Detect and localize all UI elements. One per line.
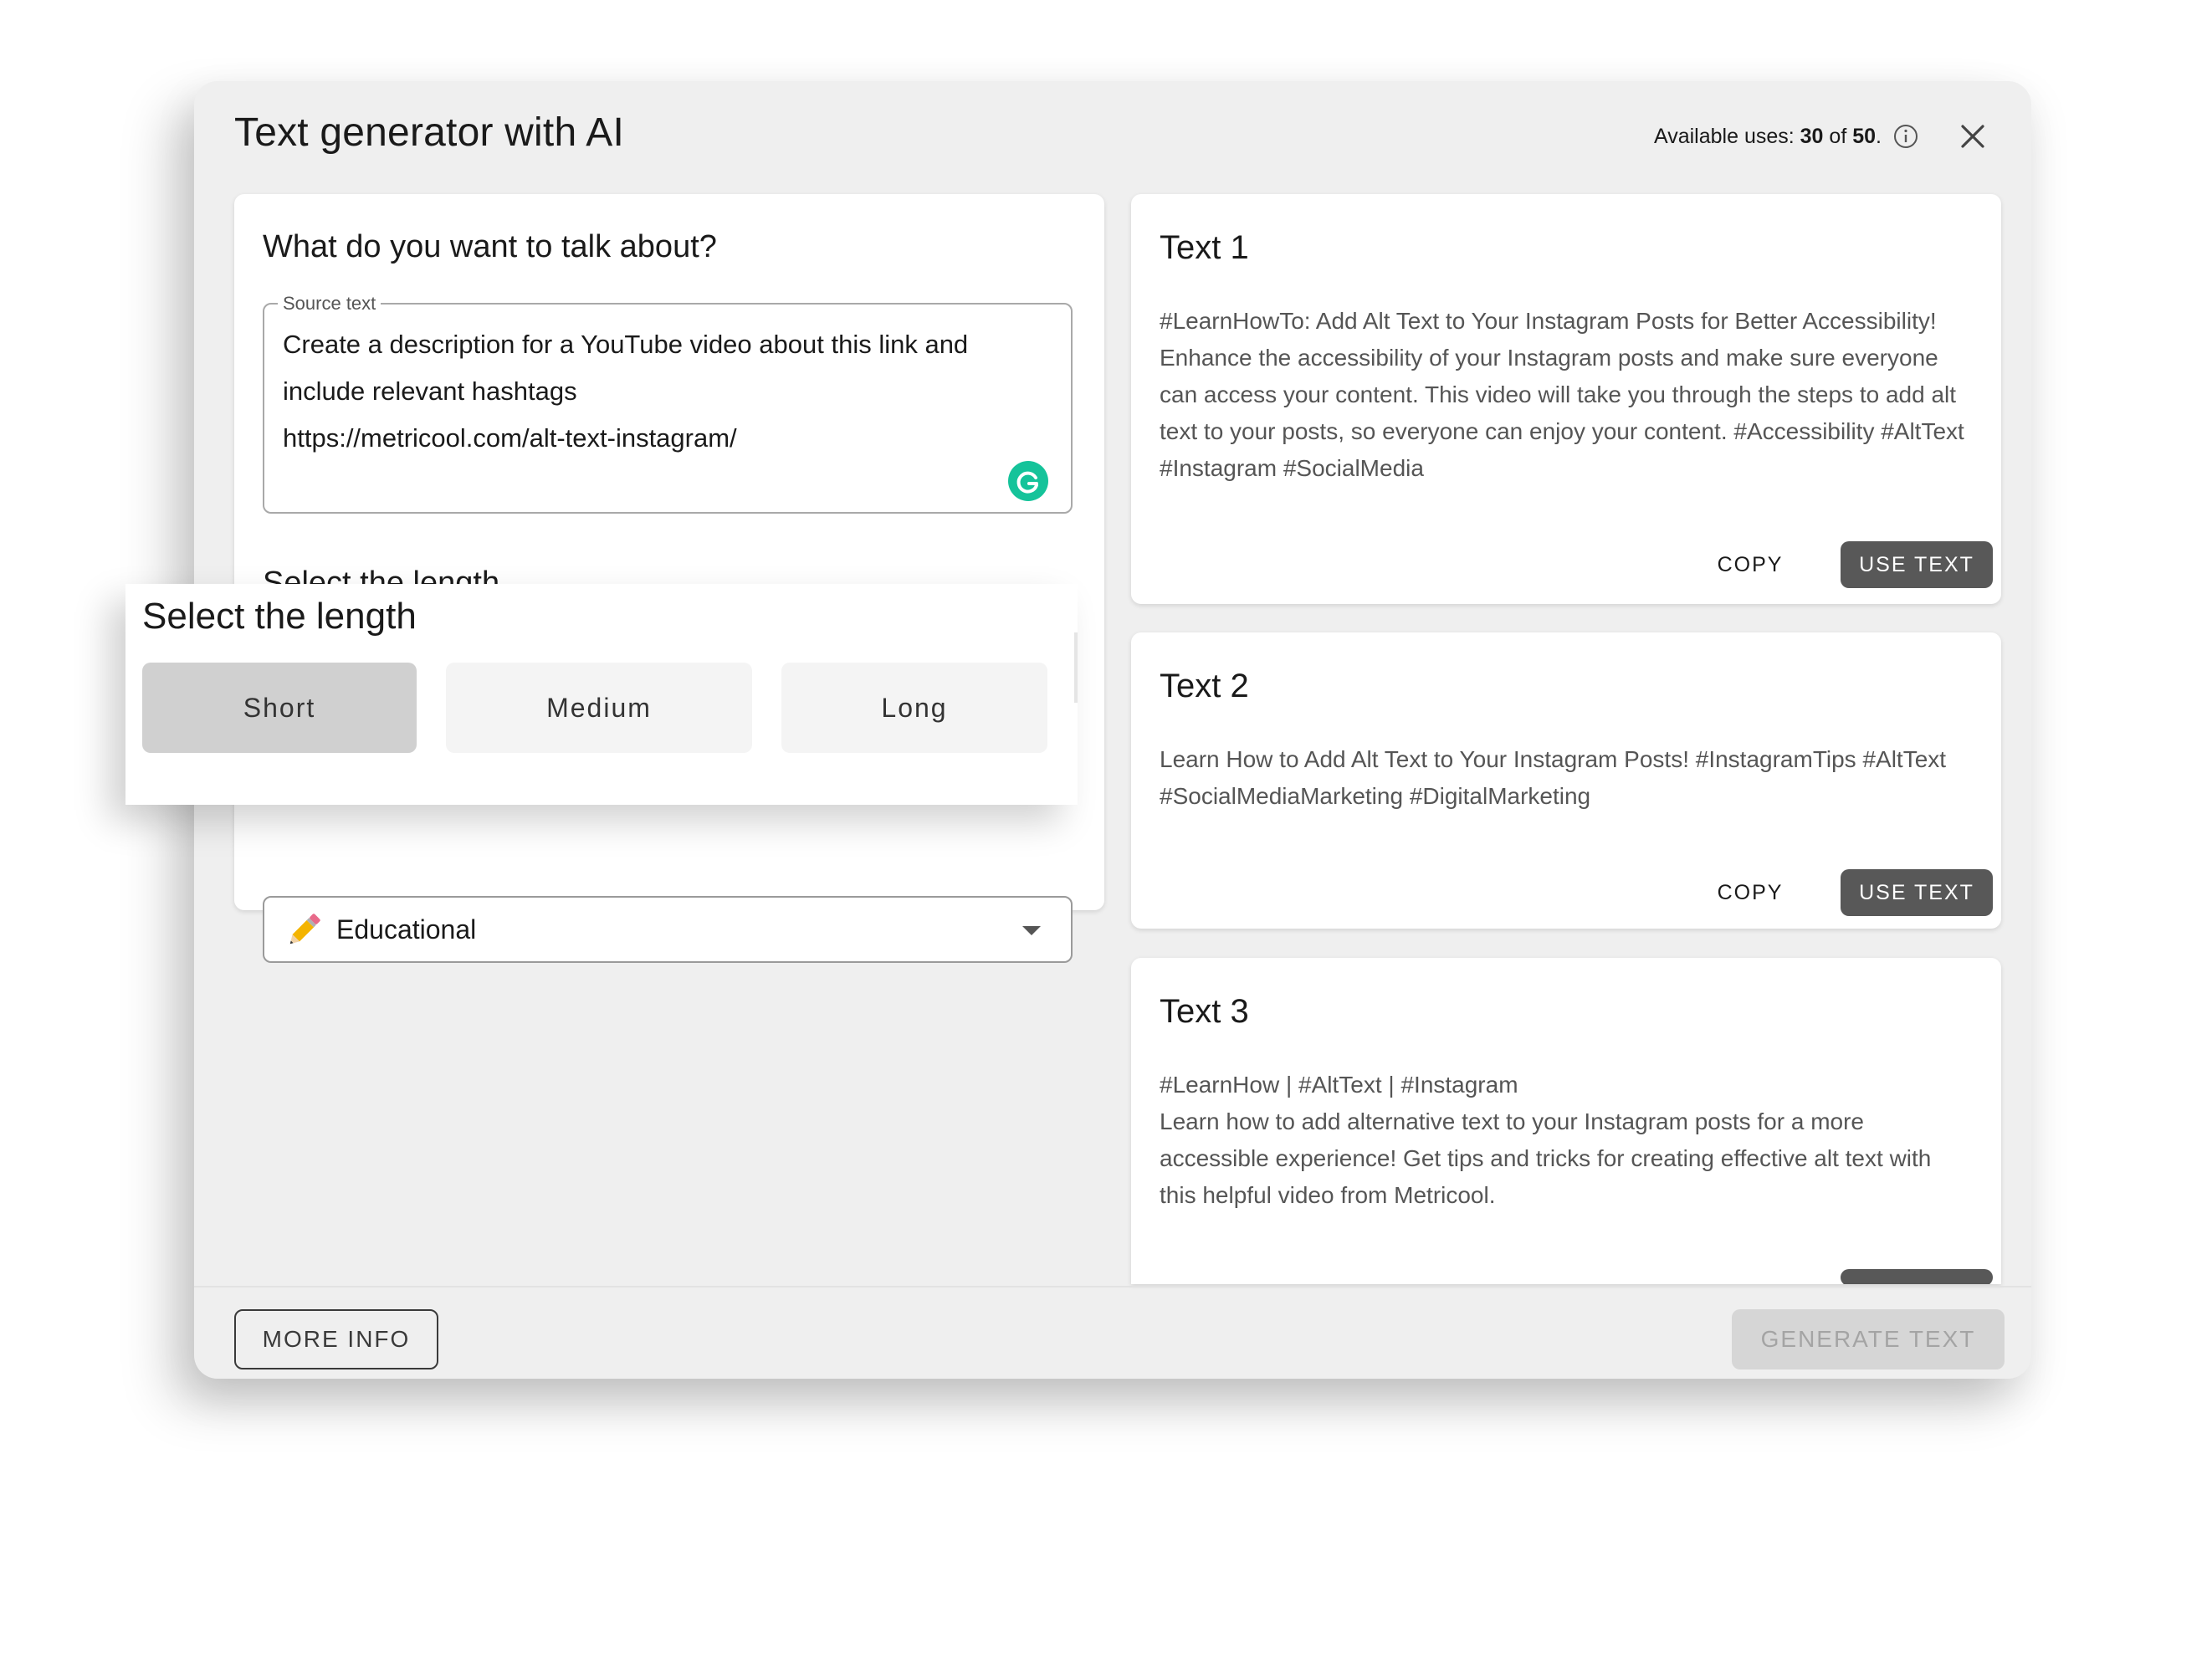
result-text: Learn How to Add Alt Text to Your Instag… bbox=[1160, 746, 1947, 809]
info-icon[interactable] bbox=[1892, 123, 1919, 150]
copy-button[interactable]: COPY bbox=[1692, 541, 1809, 588]
source-text-input[interactable]: Create a description for a YouTube video… bbox=[283, 321, 1036, 462]
result-card-1: Text 1 #LearnHowTo: Add Alt Text to Your… bbox=[1131, 194, 2001, 604]
result-title: Text 1 bbox=[1160, 229, 1249, 266]
use-text-button[interactable]: USE TEXT bbox=[1841, 869, 1993, 916]
close-icon[interactable] bbox=[1958, 121, 1988, 151]
length-selector-callout: Select the length Short Medium Long bbox=[125, 584, 1078, 805]
grammarly-icon[interactable] bbox=[1007, 460, 1049, 502]
result-title: Text 3 bbox=[1160, 993, 1249, 1030]
scroll-edge bbox=[1074, 632, 1078, 703]
result-text: #LearnHow | #AltText | #Instagram Learn … bbox=[1160, 1072, 1932, 1208]
result-card-3: Text 3 #LearnHow | #AltText | #Instagram… bbox=[1131, 958, 2001, 1284]
length-option-long[interactable]: Long bbox=[781, 663, 1047, 753]
result-title: Text 2 bbox=[1160, 668, 1249, 704]
more-info-button[interactable]: MORE INFO bbox=[234, 1309, 438, 1369]
length-option-medium[interactable]: Medium bbox=[446, 663, 752, 753]
uses-mid: of bbox=[1823, 125, 1853, 148]
generate-text-button[interactable]: GENERATE TEXT bbox=[1732, 1309, 2005, 1369]
footer-divider bbox=[194, 1286, 2031, 1287]
length-option-short[interactable]: Short bbox=[142, 663, 417, 753]
uses-suffix: . bbox=[1876, 125, 1882, 148]
modal-title: Text generator with AI bbox=[234, 110, 624, 155]
tone-select[interactable]: Educational bbox=[263, 896, 1073, 963]
prompt-heading: What do you want to talk about? bbox=[263, 229, 717, 264]
use-text-button[interactable] bbox=[1841, 1269, 1993, 1284]
uses-used: 30 bbox=[1800, 125, 1824, 148]
uses-prefix: Available uses: bbox=[1654, 125, 1800, 148]
chevron-down-icon bbox=[1022, 926, 1041, 935]
uses-total: 50 bbox=[1852, 125, 1877, 148]
result-text: #LearnHowTo: Add Alt Text to Your Instag… bbox=[1160, 308, 1964, 481]
copy-button[interactable]: COPY bbox=[1692, 869, 1809, 916]
pencil-icon bbox=[283, 909, 325, 951]
tone-value: Educational bbox=[336, 914, 477, 945]
source-text-label: Source text bbox=[278, 293, 381, 315]
use-text-button[interactable]: USE TEXT bbox=[1841, 541, 1993, 588]
length-selector-title: Select the length bbox=[142, 596, 417, 637]
result-card-2: Text 2 Learn How to Add Alt Text to Your… bbox=[1131, 632, 2001, 929]
available-uses: Available uses: 30 of 50. bbox=[1654, 125, 1882, 149]
source-text-field[interactable]: Source text Create a description for a Y… bbox=[263, 293, 1073, 514]
